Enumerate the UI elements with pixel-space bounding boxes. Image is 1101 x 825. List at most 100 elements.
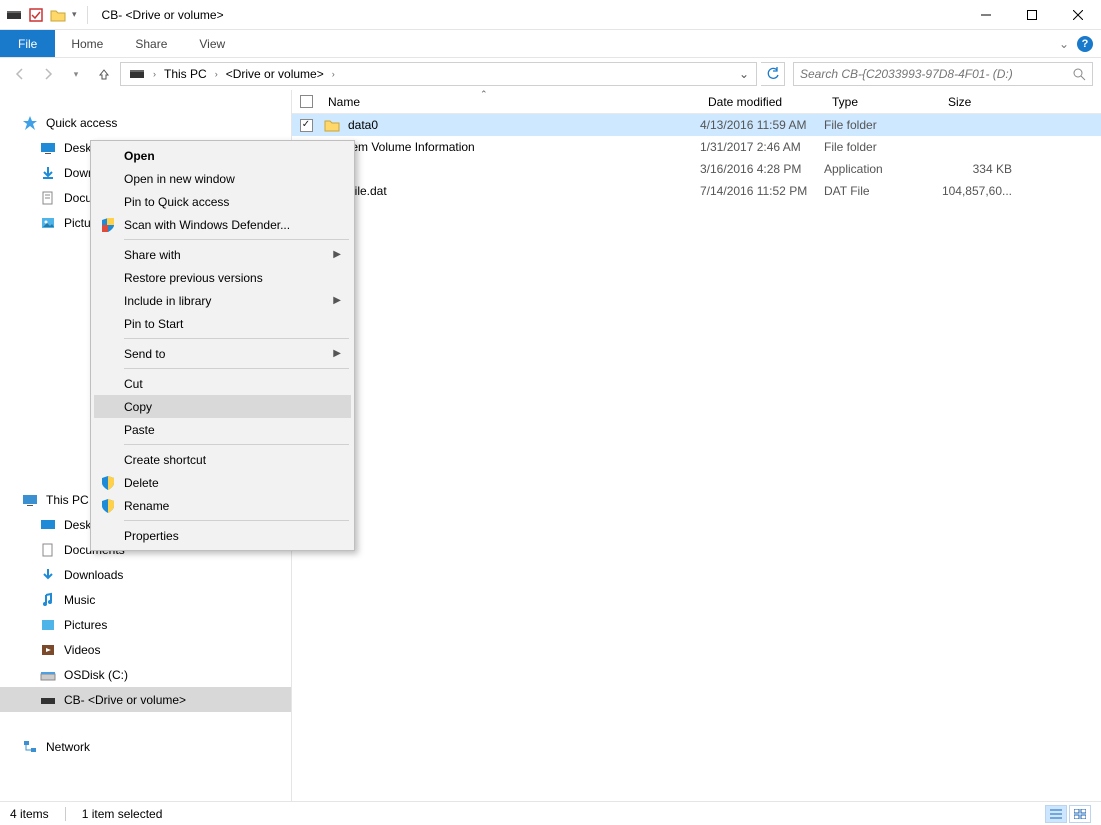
tree-pc-videos[interactable]: Videos — [0, 637, 291, 662]
menu-item-share-with[interactable]: Share with ▶ — [94, 243, 351, 266]
header-checkbox[interactable] — [292, 95, 320, 108]
chevron-right-icon[interactable]: › — [330, 69, 337, 79]
file-type: File folder — [824, 140, 940, 154]
tree-pc-downloads[interactable]: Downloads — [0, 562, 291, 587]
row-checkbox[interactable] — [292, 119, 320, 132]
file-name: data0 — [348, 118, 378, 132]
tree-pc-cb-drive[interactable]: CB- <Drive or volume> — [0, 687, 291, 712]
address-dropdown-icon[interactable]: ⌄ — [736, 67, 752, 81]
videos-icon — [40, 642, 56, 658]
table-row[interactable]: tem Volume Information1/31/2017 2:46 AMF… — [292, 136, 1101, 158]
tree-network[interactable]: Network — [0, 734, 291, 759]
tab-home[interactable]: Home — [55, 30, 119, 57]
pictures-icon — [40, 215, 56, 231]
crumb-this-pc[interactable]: This PC — [160, 67, 211, 81]
tab-share[interactable]: Share — [119, 30, 183, 57]
menu-item-label: Share with — [124, 248, 181, 262]
recent-dropdown[interactable]: ▾ — [64, 62, 88, 86]
menu-item-rename[interactable]: Rename — [94, 494, 351, 517]
file-list: Name ⌃ Date modified Type Size data04/13… — [292, 90, 1101, 801]
minimize-button[interactable] — [963, 0, 1009, 30]
col-type[interactable]: Type — [824, 90, 940, 113]
menu-separator — [124, 520, 349, 521]
menu-item-pin-to-start[interactable]: Pin to Start — [94, 312, 351, 335]
documents-icon — [40, 190, 56, 206]
tree-label: Network — [46, 740, 90, 754]
menu-item-label: Open in new window — [124, 172, 235, 186]
chevron-right-icon[interactable]: › — [151, 69, 158, 79]
view-large-button[interactable] — [1069, 805, 1091, 823]
menu-item-open-in-new-window[interactable]: Open in new window — [94, 167, 351, 190]
drive-icon — [40, 692, 56, 708]
tree-quick-access[interactable]: Quick access — [0, 110, 291, 135]
menu-item-label: Scan with Windows Defender... — [124, 218, 290, 232]
maximize-button[interactable] — [1009, 0, 1055, 30]
refresh-button[interactable] — [761, 62, 785, 86]
col-size[interactable]: Size — [940, 90, 1020, 113]
menu-item-create-shortcut[interactable]: Create shortcut — [94, 448, 351, 471]
menu-item-cut[interactable]: Cut — [94, 372, 351, 395]
view-details-button[interactable] — [1045, 805, 1067, 823]
table-row[interactable]: data04/13/2016 11:59 AMFile folder — [292, 114, 1101, 136]
menu-item-open[interactable]: Open — [94, 144, 351, 167]
documents-icon — [40, 542, 56, 558]
submenu-arrow-icon: ▶ — [333, 249, 341, 260]
titlebar: ▾ CB- <Drive or volume> — [0, 0, 1101, 30]
menu-item-label: Paste — [124, 423, 155, 437]
context-menu: Open Open in new window Pin to Quick acces… — [90, 140, 355, 551]
table-row[interactable]: 3/16/2016 4:28 PMApplication334 KB — [292, 158, 1101, 180]
search-icon[interactable] — [1072, 67, 1086, 81]
pictures-icon — [40, 617, 56, 633]
menu-item-pin-to-quick-access[interactable]: Pin to Quick access — [94, 190, 351, 213]
divider — [87, 6, 88, 24]
music-icon — [40, 592, 56, 608]
forward-button[interactable] — [36, 62, 60, 86]
desktop-icon — [40, 140, 56, 156]
qat-folder-icon[interactable] — [50, 7, 66, 23]
menu-item-scan-with-windows-defender[interactable]: Scan with Windows Defender... — [94, 213, 351, 236]
menu-item-paste[interactable]: Paste — [94, 418, 351, 441]
col-date[interactable]: Date modified — [700, 90, 824, 113]
tree-pc-pictures[interactable]: Pictures — [0, 612, 291, 637]
col-date-label: Date modified — [708, 95, 782, 109]
menu-item-properties[interactable]: Properties — [94, 524, 351, 547]
menu-item-delete[interactable]: Delete — [94, 471, 351, 494]
tree-label: Videos — [64, 643, 100, 657]
status-bar: 4 items 1 item selected — [0, 801, 1101, 825]
desktop-icon — [40, 517, 56, 533]
file-type: Application — [824, 162, 940, 176]
ribbon-expand-icon[interactable]: ⌄ — [1059, 37, 1069, 51]
back-button[interactable] — [8, 62, 32, 86]
crumb-drive[interactable]: <Drive or volume> — [222, 67, 328, 81]
menu-item-label: Create shortcut — [124, 453, 206, 467]
tree-pc-music[interactable]: Music — [0, 587, 291, 612]
col-type-label: Type — [832, 95, 858, 109]
menu-item-restore-previous-versions[interactable]: Restore previous versions — [94, 266, 351, 289]
menu-item-label: Cut — [124, 377, 143, 391]
search-box[interactable] — [793, 62, 1093, 86]
qat-properties-icon[interactable] — [28, 7, 44, 23]
search-input[interactable] — [800, 67, 1072, 81]
table-row[interactable]: tfile.dat7/14/2016 11:52 PMDAT File104,8… — [292, 180, 1101, 202]
drive-icon — [40, 667, 56, 683]
drive-icon — [125, 66, 149, 82]
menu-item-label: Open — [124, 149, 155, 163]
tree-pc-osdisk[interactable]: OSDisk (C:) — [0, 662, 291, 687]
chevron-right-icon[interactable]: › — [213, 69, 220, 79]
col-name[interactable]: Name — [320, 90, 700, 113]
address-bar[interactable]: › This PC › <Drive or volume> › ⌄ — [120, 62, 757, 86]
qat-dropdown-icon[interactable]: ▾ — [72, 9, 77, 20]
help-icon[interactable]: ? — [1077, 36, 1093, 52]
file-date: 3/16/2016 4:28 PM — [700, 162, 824, 176]
up-button[interactable] — [92, 62, 116, 86]
tab-view[interactable]: View — [183, 30, 241, 57]
menu-item-include-in-library[interactable]: Include in library▶ — [94, 289, 351, 312]
menu-item-send-to[interactable]: Send to▶ — [94, 342, 351, 365]
pc-icon — [22, 492, 38, 508]
downloads-icon — [40, 567, 56, 583]
tab-file[interactable]: File — [0, 30, 55, 57]
shield-icon — [100, 475, 116, 491]
menu-item-copy[interactable]: Copy — [94, 395, 351, 418]
menu-item-label: Restore previous versions — [124, 271, 263, 285]
close-button[interactable] — [1055, 0, 1101, 30]
